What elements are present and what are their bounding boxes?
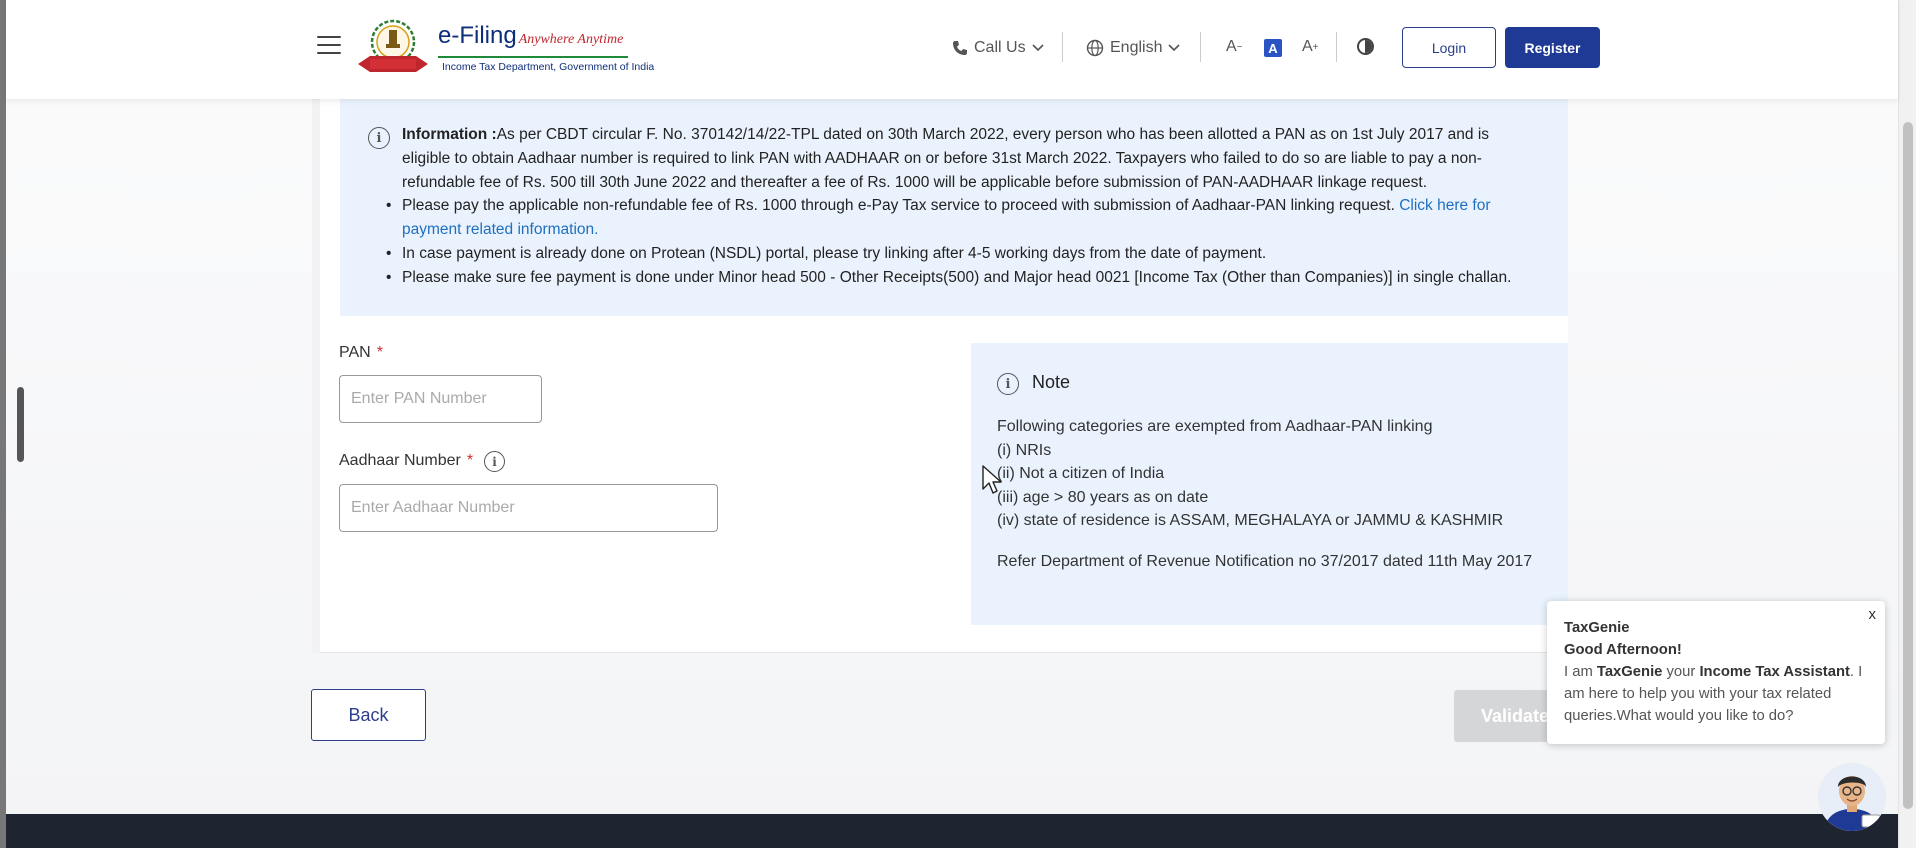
- aadhaar-label: Aadhaar Number *: [339, 452, 473, 470]
- chevron-down-icon: [1031, 44, 1044, 52]
- info-bullet-text: Please pay the applicable non-refundable…: [402, 197, 1395, 215]
- logo-underline: [438, 56, 628, 58]
- info-bullet: Please pay the applicable non-refundable…: [386, 194, 1532, 242]
- chat-text: I am: [1564, 664, 1597, 680]
- mouse-cursor-icon: [982, 465, 1002, 494]
- chat-assistant-role: Income Tax Assistant: [1699, 664, 1850, 680]
- logo-subtitle: Income Tax Department, Government of Ind…: [442, 61, 655, 73]
- aadhaar-label-text: Aadhaar Number: [339, 452, 461, 469]
- hamburger-menu-icon[interactable]: [317, 36, 341, 56]
- chat-greeting: Good Afternoon!: [1564, 642, 1682, 658]
- note-list-item: (ii) Not a citizen of India: [997, 465, 1165, 483]
- info-bullet: In case payment is already done on Prote…: [386, 242, 1532, 266]
- side-scroll-handle[interactable]: [17, 387, 24, 462]
- card-edge: [312, 99, 320, 653]
- required-asterisk: *: [466, 452, 474, 469]
- pan-input[interactable]: [339, 375, 542, 423]
- chat-body: I am TaxGenie your Income Tax Assistant.…: [1564, 661, 1879, 727]
- language-label: English: [1110, 39, 1163, 56]
- font-normal-button[interactable]: A: [1264, 39, 1282, 57]
- contrast-toggle-icon[interactable]: [1357, 38, 1374, 55]
- register-button[interactable]: Register: [1505, 27, 1600, 68]
- efiling-logo[interactable]: e-Filing Anywhere Anytime Income Tax Depa…: [356, 18, 654, 76]
- national-emblem-icon: [358, 19, 428, 72]
- note-list-item: (i) NRIs: [997, 441, 1052, 459]
- note-body: Following categories are exempted from A…: [997, 415, 1557, 533]
- call-us-label: Call Us: [974, 39, 1026, 56]
- pan-label: PAN *: [339, 344, 383, 362]
- site-footer: [6, 814, 1898, 848]
- required-asterisk: *: [376, 344, 383, 361]
- call-us-dropdown[interactable]: Call Us: [952, 29, 1044, 67]
- chat-assistant-name: TaxGenie: [1596, 664, 1663, 680]
- login-button[interactable]: Login: [1402, 27, 1496, 68]
- nav-divider: [1062, 32, 1063, 62]
- note-list-item: (iii) age > 80 years as on date: [997, 488, 1209, 506]
- information-text: Information :As per CBDT circular F. No.…: [386, 123, 1532, 290]
- note-title: Note: [1032, 372, 1071, 392]
- scrollbar-thumb[interactable]: [1903, 122, 1913, 809]
- font-increase-label: A: [1302, 38, 1313, 55]
- font-decrease-button[interactable]: A −: [1226, 36, 1243, 58]
- logo-title-text: e-Filing: [438, 22, 517, 49]
- language-dropdown[interactable]: English: [1086, 29, 1181, 67]
- taxgenie-avatar-icon[interactable]: [1818, 763, 1886, 831]
- info-icon: i: [368, 127, 390, 149]
- note-box: i Note Following categories are exempted…: [971, 343, 1568, 625]
- aadhaar-input[interactable]: [339, 484, 718, 532]
- font-normal-label: A: [1268, 40, 1278, 56]
- nav-divider: [1336, 32, 1337, 62]
- info-icon: i: [997, 373, 1019, 395]
- font-increase-button[interactable]: A +: [1302, 36, 1319, 58]
- nav-divider: [1200, 32, 1201, 62]
- window-left-border: [0, 0, 6, 848]
- chevron-down-icon: [1168, 44, 1181, 52]
- note-intro: Following categories are exempted from A…: [997, 418, 1433, 435]
- font-decrease-label: A: [1226, 38, 1237, 55]
- information-box: i Information :As per CBDT circular F. N…: [340, 99, 1568, 316]
- site-header: e-Filing Anywhere Anytime Income Tax Depa…: [6, 0, 1898, 99]
- chat-message: TaxGenie Good Afternoon! I am TaxGenie y…: [1564, 617, 1879, 727]
- phone-icon: [953, 41, 967, 55]
- information-intro: As per CBDT circular F. No. 370142/14/22…: [402, 126, 1490, 191]
- chat-title: TaxGenie: [1564, 620, 1630, 636]
- vertical-scrollbar[interactable]: [1898, 0, 1916, 848]
- chat-text: your: [1662, 664, 1700, 680]
- pan-label-text: PAN: [339, 344, 371, 361]
- note-list-item: (iv) state of residence is ASSAM, MEGHAL…: [997, 512, 1504, 530]
- info-bullet-text: In case payment is already done on Prote…: [402, 244, 1267, 262]
- globe-icon: [1086, 39, 1104, 57]
- info-bullet: Please make sure fee payment is done und…: [386, 266, 1532, 290]
- aadhaar-info-icon[interactable]: i: [484, 451, 505, 472]
- logo-tagline: Anywhere Anytime: [518, 32, 624, 47]
- info-bullet-text: Please make sure fee payment is done und…: [402, 268, 1512, 286]
- logo-title: e-Filing Anywhere Anytime: [438, 22, 623, 50]
- note-reference: Refer Department of Revenue Notification…: [997, 553, 1533, 570]
- back-button[interactable]: Back: [311, 689, 426, 741]
- information-heading: Information :: [402, 126, 497, 143]
- taxgenie-chat-popup: x TaxGenie Good Afternoon! I am TaxGenie…: [1547, 601, 1885, 744]
